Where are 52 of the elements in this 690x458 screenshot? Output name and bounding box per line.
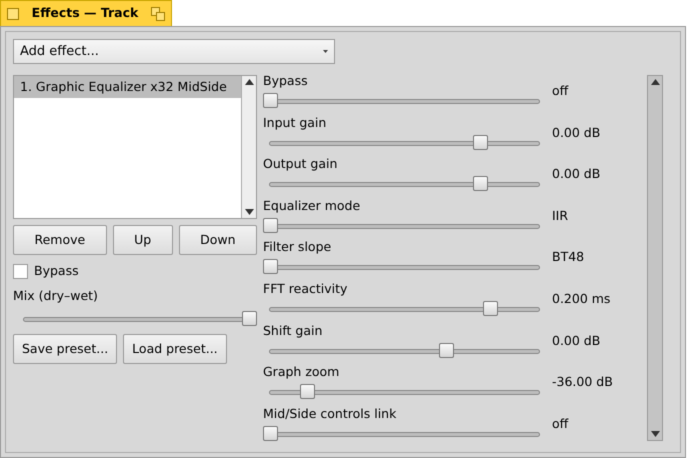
slider-track[interactable] bbox=[263, 218, 540, 234]
scroll-down-arrow-icon[interactable] bbox=[650, 431, 660, 437]
slider-reading: 0.00 dB bbox=[552, 124, 600, 142]
scroll-up-arrow-icon[interactable] bbox=[650, 79, 660, 85]
slider-label: Filter slope bbox=[263, 239, 332, 256]
caret-icon bbox=[323, 50, 328, 53]
slider-reading: BT48 bbox=[552, 249, 584, 266]
slider-track[interactable] bbox=[263, 259, 540, 276]
slider-thumb[interactable] bbox=[483, 300, 498, 316]
slider-reading: 0.200 ms bbox=[552, 290, 610, 308]
slider-thumb[interactable] bbox=[472, 176, 488, 192]
list-item[interactable]: 1. Graphic Equalizer x32 MidSide bbox=[14, 76, 241, 98]
slider-label: Output gain bbox=[263, 156, 338, 172]
slider-thumb[interactable] bbox=[263, 218, 278, 233]
zoom-box-icon[interactable] bbox=[151, 6, 165, 20]
slider-label: Graph zoom bbox=[263, 364, 340, 380]
slider-thumb[interactable] bbox=[472, 134, 488, 150]
slider-label: FFT reactivity bbox=[263, 280, 348, 297]
preset-button[interactable]: Save preset... bbox=[13, 334, 118, 364]
slider-reading: 0.00 dB bbox=[552, 332, 600, 350]
slider-reading: off bbox=[552, 416, 568, 433]
slider-thumb[interactable] bbox=[300, 384, 315, 400]
slider-label: Mix (dry–wet) bbox=[13, 288, 99, 304]
slider-label: Mid/Side controls link bbox=[263, 406, 398, 422]
scroll-down-arrow-icon[interactable] bbox=[244, 209, 254, 215]
add-effect-dropdown[interactable]: Add effect... bbox=[13, 39, 335, 64]
list-button[interactable]: Up bbox=[112, 225, 173, 255]
slider-thumb[interactable] bbox=[263, 93, 278, 108]
list-button[interactable]: Remove bbox=[13, 225, 107, 255]
slider-label: Shift gain bbox=[263, 322, 324, 339]
slider-thumb[interactable] bbox=[263, 426, 278, 441]
window-title: Effects — Track bbox=[32, 4, 138, 22]
list-scrollbar[interactable] bbox=[241, 76, 256, 218]
slider-thumb[interactable] bbox=[263, 259, 278, 274]
panel-scrollbar[interactable] bbox=[647, 75, 663, 441]
slider-label: Equalizer mode bbox=[263, 198, 362, 214]
list-button[interactable]: Down bbox=[178, 225, 258, 255]
checkbox-label: Bypass bbox=[34, 263, 79, 279]
slider-thumb[interactable] bbox=[242, 311, 257, 326]
slider-track[interactable] bbox=[263, 426, 540, 442]
slider-label: Input gain bbox=[263, 114, 328, 131]
slider-reading: IIR bbox=[552, 208, 568, 225]
slider-reading: off bbox=[552, 83, 568, 100]
slider-reading: -36.00 dB bbox=[552, 374, 613, 392]
close-box-icon[interactable] bbox=[7, 8, 19, 20]
preset-button[interactable]: Load preset... bbox=[123, 334, 227, 364]
slider-track[interactable] bbox=[263, 93, 540, 109]
scroll-up-arrow-icon[interactable] bbox=[244, 79, 254, 85]
bypass-checkbox[interactable] bbox=[13, 264, 28, 278]
slider-label: Bypass bbox=[263, 73, 309, 89]
slider-thumb[interactable] bbox=[438, 342, 454, 358]
slider-reading: 0.00 dB bbox=[552, 166, 600, 184]
